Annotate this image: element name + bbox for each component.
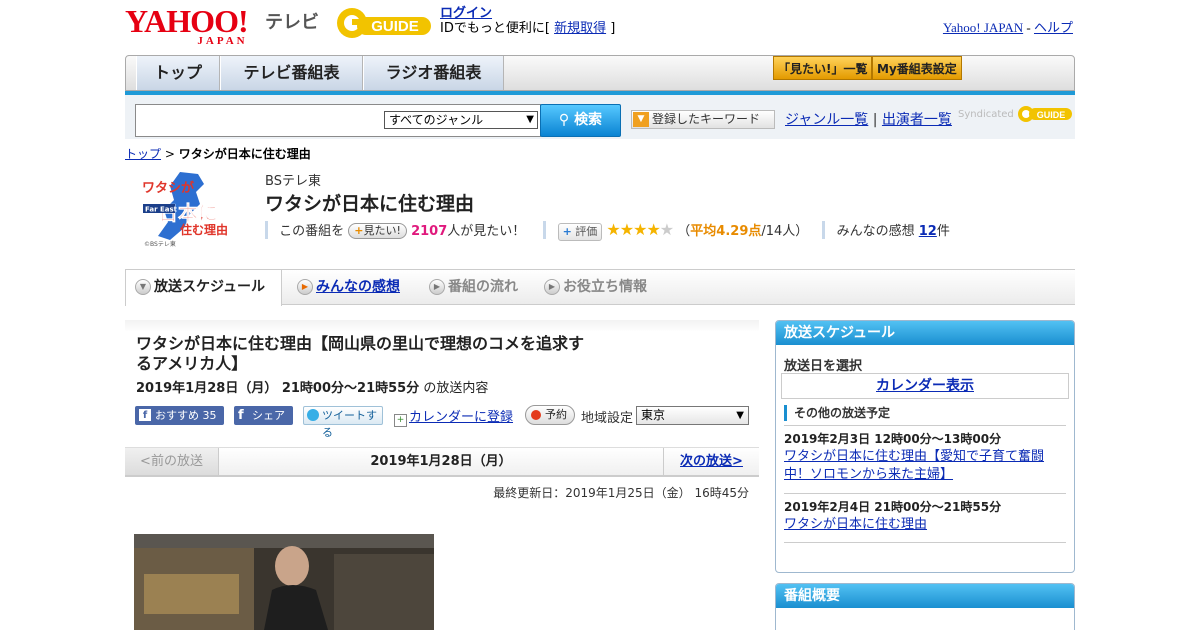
search-icon: ⚲ [558,112,570,128]
svg-text:©BSテレ東: ©BSテレ東 [144,240,176,248]
gguide-logo[interactable]: GUIDE [335,6,433,40]
breadcrumb-current: ワタシが日本に住む理由 [178,147,311,161]
overview-panel: 番組概要 [775,583,1075,630]
chevron-down-icon: ▼ [135,279,151,295]
main-nav: トップ テレビ番組表 ラジオ番組表 「見たい!」一覧 My番組表設定 [125,55,1075,91]
chevron-down-icon: ▼ [736,410,744,421]
broadcast-pager: <前の放送 2019年1月28日（月） 次の放送> [125,447,759,477]
program-stats: この番組を +見たい! 2107人が見たい！ + 評価 ★★★★★ （平均4.2… [265,220,950,241]
tab-useful-info: ▶ お役立ち情報 [535,270,647,304]
chevron-right-icon: ▶ [429,279,445,295]
overview-panel-title: 番組概要 [776,584,1074,608]
pager-current-date: 2019年1月28日（月） [370,454,512,469]
facebook-share-button[interactable]: f シェア [234,406,293,425]
mitai-count: 2107 [411,224,448,239]
schedule-panel-title: 放送スケジュール [776,321,1074,345]
tab-kansou[interactable]: ▶ みんなの感想 [288,270,400,304]
kansou-count-link[interactable]: 12 [919,224,937,239]
episode-date: 2019年1月28日（月） 21時00分～21時55分 の放送内容 [136,381,489,396]
next-broadcast[interactable]: 次の放送> [663,448,759,475]
program-title: ワタシが日本に住む理由 [265,193,475,215]
channel-name: BSテレ東 [265,174,321,189]
breadcrumb: トップ > ワタシが日本に住む理由 [125,147,311,161]
schedule-item: 2019年2月3日 12時00分～13時00分 ワタシが日本に住む理由【愛知で子… [784,430,1069,484]
calendar-register-link[interactable]: カレンダーに登録 [409,410,513,425]
program-subtabs: ▼ 放送スケジュール ▶ みんなの感想 ▶ 番組の流れ ▶ お役立ち情報 [125,269,1075,306]
calendar-icon: + [394,414,407,427]
breadcrumb-top-link[interactable]: トップ [125,147,161,161]
facebook-icon: f [139,409,151,421]
facebook-icon: f [238,408,244,423]
schedule-item: 2019年2月4日 21時00分～21時55分 ワタシが日本に住む理由 [784,498,1069,534]
prev-broadcast: <前の放送 [125,448,219,475]
signup-link[interactable]: 新規取得 [554,21,606,36]
nav-tab-radio-listing[interactable]: ラジオ番組表 [363,56,504,90]
top-links: Yahoo! JAPAN - ヘルプ [942,20,1073,35]
svg-text:ワタシが: ワタシが [142,180,194,196]
episode-title: ワタシが日本に住む理由【岡山県の里山で理想のコメを追求するアメリカ人】 [136,334,585,373]
genre-links: ジャンル一覧 | 出演者一覧 [785,112,952,128]
performer-list-link[interactable]: 出演者一覧 [882,112,952,128]
schedule-item-date: 2019年2月4日 21時00分～21時55分 [784,500,1002,514]
tab-program-flow: ▶ 番組の流れ [420,270,518,304]
genre-list-link[interactable]: ジャンル一覧 [785,112,868,128]
record-dot-icon [531,410,541,420]
reserve-button[interactable]: 予約 [525,405,575,425]
schedule-item-date: 2019年2月3日 12時00分～13時00分 [784,432,1002,446]
twitter-bird-icon [307,409,319,421]
rating-stars: ★★★★★ [606,220,674,239]
rate-button[interactable]: + 評価 [557,223,603,241]
chevron-right-icon: ▶ [544,279,560,295]
region-select[interactable]: 東京 ▼ [636,406,749,425]
genre-select[interactable]: すべてのジャンル ▼ [384,111,538,129]
registered-keyword-button[interactable]: ▼ 登録したキーワード [631,110,775,129]
login-link[interactable]: ログイン [440,6,492,21]
calendar-show-link[interactable]: カレンダー表示 [876,378,974,394]
other-schedule-heading: その他の放送予定 [784,405,890,421]
svg-text:Far East: Far East [145,206,178,214]
svg-text:GUIDE: GUIDE [371,18,419,35]
syndicated-gguide-logo: Syndicated GUIDE [958,103,1073,125]
mitai-list-button[interactable]: 「見たい!」一覧 [773,56,873,80]
tweet-button[interactable]: ツイートする [303,406,383,439]
chevron-right-icon: ▶ [297,279,313,295]
dropdown-arrow-icon: ▼ [633,112,649,127]
program-logo: ワタシが 日本に Far East 住む理由 ©BSテレ東 [140,170,250,248]
yahoo-japan-link[interactable]: Yahoo! JAPAN [943,20,1023,35]
episode-photo [134,534,434,630]
region-label: 地域設定 [581,411,634,426]
calendar-register[interactable]: + カレンダーに登録 [394,406,513,427]
plus-icon: + [562,225,572,238]
nav-tab-top[interactable]: トップ [136,56,220,90]
nav-tab-tv-listing[interactable]: テレビ番組表 [220,56,363,90]
tab-schedule[interactable]: ▼ 放送スケジュール [125,270,282,306]
svg-text:GUIDE: GUIDE [1037,110,1066,120]
plus-icon: + [354,224,364,237]
tv-label: テレビ [265,12,319,33]
help-link[interactable]: ヘルプ [1034,20,1073,35]
next-broadcast-link[interactable]: 次の放送> [680,454,743,469]
svg-text:住む理由: 住む理由 [180,222,228,237]
my-listing-button[interactable]: My番組表設定 [872,56,962,80]
rating-average: 平均4.29点 [690,224,762,239]
facebook-recommend-button[interactable]: f おすすめ 35 [135,406,224,425]
search-button[interactable]: ⚲ 検索 [540,104,621,137]
chevron-down-icon: ▼ [526,114,534,125]
yahoo-japan-logo[interactable]: YAHOO! JAPAN [125,5,249,47]
schedule-item-link[interactable]: ワタシが日本に住む理由【愛知で子育て奮闘中！ソロモンから来た主婦】 [784,448,1069,484]
select-date-label: 放送日を選択 [784,359,863,374]
last-updated: 最終更新日：2019年1月25日（金） 16時45分 [493,486,749,500]
calendar-show-button[interactable]: カレンダー表示 [781,373,1069,399]
mitai-button[interactable]: +見たい! [348,223,407,239]
schedule-item-link[interactable]: ワタシが日本に住む理由 [784,516,1069,534]
login-box: ログイン IDでもっと便利に[ 新規取得 ] [440,6,616,36]
